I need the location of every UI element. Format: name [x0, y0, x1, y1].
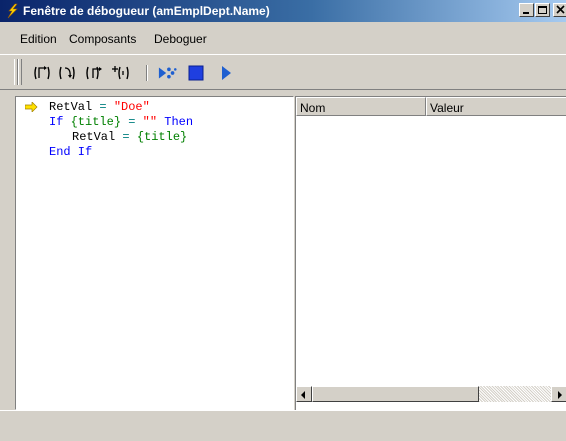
variables-list[interactable]: Nom Valeur: [295, 96, 566, 410]
code-line: RetVal = {title}: [72, 130, 187, 144]
scrollbar-track[interactable]: [479, 386, 551, 402]
execution-pointer-icon: [25, 102, 38, 112]
debugger-window: Fenêtre de débogueur (amEmplDept.Name) E…: [0, 0, 566, 441]
maximize-icon: [538, 6, 547, 14]
maximize-button[interactable]: [535, 3, 550, 17]
code-token-field: {title}: [136, 130, 188, 144]
code-token-string: "Doe": [113, 100, 150, 114]
run-to-cursor-icon[interactable]: [111, 64, 131, 82]
toolbar-grip[interactable]: [18, 59, 22, 85]
toolbar-separator: [146, 65, 148, 81]
code-token-variable: RetVal: [72, 130, 116, 144]
debug-toolbar: [0, 54, 566, 90]
minimize-button[interactable]: [519, 3, 534, 17]
column-header-nom[interactable]: Nom: [296, 97, 426, 116]
menu-composants[interactable]: Composants: [68, 32, 137, 46]
status-bar: [0, 410, 566, 441]
menu-bar: Edition Composants Deboguer: [0, 32, 566, 52]
code-line: RetVal = "Doe": [49, 100, 150, 114]
step-into-icon[interactable]: [32, 64, 52, 82]
menu-edition[interactable]: Edition: [19, 32, 58, 46]
code-editor-pane[interactable]: RetVal = "Doe" If {title} = "" Then RetV…: [15, 96, 294, 410]
stop-icon[interactable]: [187, 64, 207, 82]
close-icon: [556, 5, 565, 14]
code-token-variable: RetVal: [49, 100, 93, 114]
scroll-left-button[interactable]: [296, 386, 312, 402]
list-header: Nom Valeur: [296, 97, 566, 116]
code-token-operator: =: [115, 130, 137, 144]
animate-icon[interactable]: [158, 64, 178, 82]
code-token-string: "": [142, 115, 158, 129]
step-over-icon[interactable]: [57, 64, 77, 82]
arrow-left-icon: [301, 391, 305, 399]
code-token-keyword: End If: [49, 145, 93, 159]
title-bar[interactable]: Fenêtre de débogueur (amEmplDept.Name): [0, 0, 566, 22]
close-button[interactable]: [553, 3, 566, 17]
debugger-app-icon: [7, 3, 18, 19]
horizontal-scrollbar[interactable]: [296, 386, 566, 402]
code-token-operator: =: [92, 100, 114, 114]
go-icon[interactable]: [218, 64, 238, 82]
arrow-right-icon: [558, 391, 562, 399]
code-token-operator: =: [121, 115, 143, 129]
window-title: Fenêtre de débogueur (amEmplDept.Name): [23, 4, 270, 18]
step-out-icon[interactable]: [84, 64, 104, 82]
code-token-keyword: If: [49, 115, 71, 129]
code-line: End If: [49, 145, 92, 159]
scrollbar-thumb[interactable]: [312, 386, 479, 402]
code-token-keyword: Then: [157, 115, 194, 129]
menu-deboguer[interactable]: Deboguer: [153, 32, 208, 46]
scroll-right-button[interactable]: [551, 386, 566, 402]
column-header-valeur[interactable]: Valeur: [426, 97, 566, 116]
code-token-field: {title}: [70, 115, 122, 129]
minimize-icon: [523, 12, 529, 14]
code-line: If {title} = "" Then: [49, 115, 193, 129]
